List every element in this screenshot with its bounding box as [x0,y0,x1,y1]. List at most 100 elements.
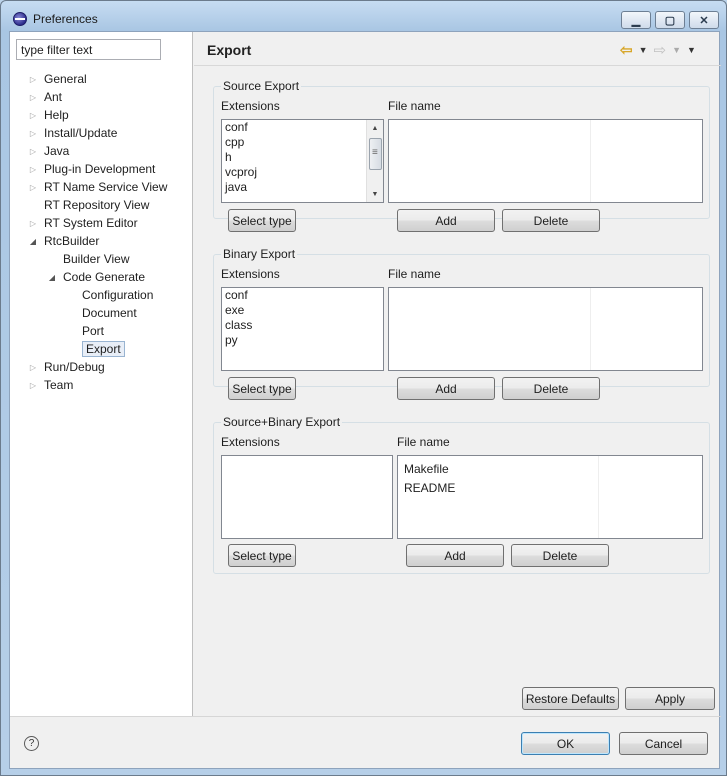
expand-arrow-icon[interactable]: ▷ [28,380,38,390]
group-title: Source Export [221,79,302,93]
collapse-arrow-icon[interactable]: ◢ [47,272,57,282]
tree-item[interactable]: ▷ RT System Editor [28,214,138,232]
expand-arrow-icon[interactable]: ▷ [28,146,38,156]
list-item[interactable]: conf [222,120,383,135]
tree-item-label: Code Generate [63,270,146,284]
tree-item[interactable]: ▷ Help [28,106,69,124]
maximize-button[interactable]: ▢ [655,11,685,29]
list-item[interactable]: README [398,479,702,498]
select-type-button[interactable]: Select type [228,377,296,400]
column-divider [590,288,591,370]
restore-defaults-button[interactable]: Restore Defaults [522,687,619,710]
cancel-button[interactable]: Cancel [619,732,708,755]
select-type-button[interactable]: Select type [228,544,296,567]
window-title: Preferences [33,12,98,26]
extensions-list[interactable] [221,455,393,539]
tree-item[interactable]: Port [66,322,104,340]
scroll-up-icon[interactable]: ▲ [367,120,383,136]
tree-item[interactable]: Export [66,340,125,358]
minimize-icon: ▁ [631,14,641,27]
list-item[interactable]: exe [222,303,383,318]
tree-item[interactable]: ▷ Run/Debug [28,358,105,376]
preferences-window: Preferences ▁ ▢ ✕ ▷ General ▷ Ant ▷ Help ▷ Inst… [0,0,727,776]
column-divider [598,456,599,538]
tree-item-label: Run/Debug [44,360,105,374]
delete-button[interactable]: Delete [511,544,609,567]
tree-item[interactable]: Configuration [66,286,153,304]
view-menu-icon[interactable]: ▼ [687,45,696,55]
expand-arrow-icon[interactable]: ▷ [28,362,38,372]
forward-arrow-icon[interactable]: ⇨ [654,41,667,59]
tree-item[interactable]: Document [66,304,137,322]
footer-separator [10,716,721,717]
tree-item[interactable]: ▷ Java [28,142,69,160]
ok-button[interactable]: OK [521,732,610,755]
tree-item-label: Install/Update [44,126,118,140]
list-item[interactable]: conf [222,288,383,303]
list-item[interactable]: class [222,318,383,333]
tree-item-label: Export [82,341,125,357]
tree-item[interactable]: ◢ RtcBuilder [28,232,99,250]
tree-item-label: RT Name Service View [44,180,168,194]
file-name-label: File name [388,267,441,281]
expand-arrow-icon[interactable]: ▷ [28,218,38,228]
tree-item[interactable]: ▷ Plug-in Development [28,160,155,178]
vertical-scrollbar[interactable]: ▲ ▼ [366,120,383,202]
tree-item[interactable]: ▷ Ant [28,88,62,106]
list-item[interactable]: h [222,150,383,165]
extensions-label: Extensions [221,267,280,281]
file-name-list[interactable]: Makefile README [397,455,703,539]
tree-item[interactable]: ◢ Code Generate [47,268,145,286]
expand-arrow-icon[interactable]: ▷ [28,92,38,102]
list-item[interactable]: vcproj [222,165,383,180]
list-item[interactable]: py [222,333,383,348]
extensions-list[interactable]: conf cpp h vcproj java ▲ ▼ [221,119,384,203]
maximize-icon: ▢ [664,14,676,27]
back-dropdown-icon[interactable]: ▼ [639,45,648,55]
filter-input[interactable] [16,39,161,60]
delete-button[interactable]: Delete [502,209,600,232]
select-type-button[interactable]: Select type [228,209,296,232]
group-title: Source+Binary Export [221,415,343,429]
tree-item[interactable]: ▷ Install/Update [28,124,117,142]
tree-item[interactable]: RT Repository View [28,196,149,214]
forward-dropdown-icon[interactable]: ▼ [672,45,681,55]
expand-arrow-icon[interactable]: ▷ [28,164,38,174]
close-button[interactable]: ✕ [689,11,719,29]
expand-arrow-icon[interactable]: ▷ [28,110,38,120]
list-item[interactable]: Makefile [398,460,702,479]
extensions-list[interactable]: conf exe class py [221,287,384,371]
add-button[interactable]: Add [397,209,495,232]
collapse-arrow-icon[interactable]: ◢ [28,236,38,246]
help-icon[interactable]: ? [24,736,39,751]
tree-item[interactable]: ▷ General [28,70,87,88]
expand-arrow-icon[interactable]: ▷ [28,182,38,192]
list-item[interactable]: cpp [222,135,383,150]
tree-item[interactable]: ▷ RT Name Service View [28,178,167,196]
tree-item[interactable]: ▷ Team [28,376,73,394]
delete-button[interactable]: Delete [502,377,600,400]
header-separator [194,65,721,66]
tree-item-label: Java [44,144,70,158]
expand-arrow-icon[interactable]: ▷ [28,74,38,84]
tree-item-label: Team [44,378,74,392]
back-arrow-icon[interactable]: ⇦ [620,41,633,59]
page-title: Export [207,42,252,58]
tree-item-label: Help [44,108,69,122]
scroll-down-icon[interactable]: ▼ [367,186,383,202]
list-item[interactable]: java [222,180,383,195]
minimize-button[interactable]: ▁ [621,11,651,29]
add-button[interactable]: Add [406,544,504,567]
file-name-list[interactable] [388,287,703,371]
scroll-thumb[interactable] [369,138,382,170]
apply-button[interactable]: Apply [625,687,715,710]
file-name-list[interactable] [388,119,703,203]
tree-item-label: Port [82,324,105,338]
add-button[interactable]: Add [397,377,495,400]
tree-item[interactable]: Builder View [47,250,129,268]
expand-arrow-icon[interactable]: ▷ [28,128,38,138]
